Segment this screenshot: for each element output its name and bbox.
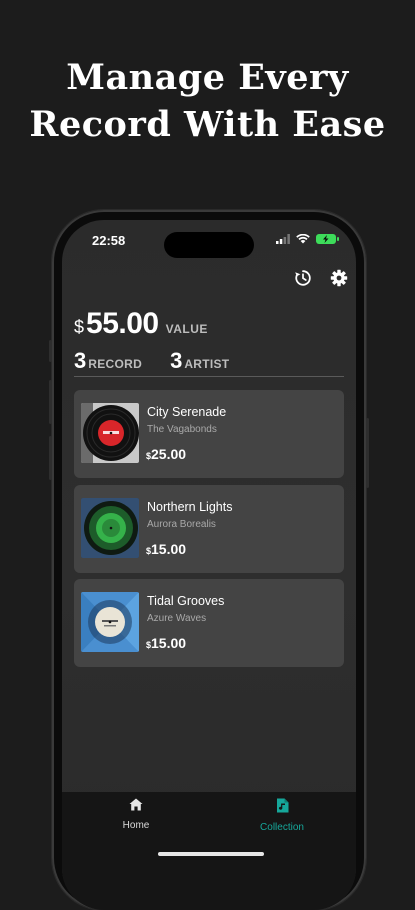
record-card[interactable]: Tidal Grooves Azure Waves $ 15.00 xyxy=(74,579,344,667)
record-artist: Azure Waves xyxy=(147,613,207,624)
record-cover-image xyxy=(81,498,139,558)
record-title: City Serenade xyxy=(147,405,227,419)
artist-count: 3 xyxy=(170,348,183,373)
headline-line-1: Manage Every xyxy=(66,57,349,98)
record-label: RECORD xyxy=(88,357,143,371)
value-label: VALUE xyxy=(165,322,208,336)
record-card[interactable]: City Serenade The Vagabonds $ 25.00 xyxy=(74,390,344,478)
record-card[interactable]: Northern Lights Aurora Borealis $ 15.00 xyxy=(74,485,344,573)
dynamic-island xyxy=(164,232,254,258)
record-artist: Aurora Borealis xyxy=(147,519,216,530)
tab-bar: Home Collection xyxy=(62,792,356,910)
price-value: 15.00 xyxy=(151,541,187,557)
artist-label: ARTIST xyxy=(184,357,230,371)
status-icons xyxy=(276,234,339,244)
side-button-right xyxy=(366,418,369,488)
app-screen: 22:58 $ 55.00 VALUE 3 RECORD 3 ARTIST Ci… xyxy=(62,220,356,910)
record-artist: The Vagabonds xyxy=(147,424,217,435)
record-cover-image xyxy=(81,592,139,652)
history-icon xyxy=(295,270,311,286)
settings-button[interactable] xyxy=(329,268,349,288)
music-file-icon xyxy=(276,798,288,813)
home-indicator xyxy=(158,852,264,856)
side-button-left-1 xyxy=(49,340,52,362)
record-cover-image xyxy=(81,403,139,463)
divider xyxy=(74,376,344,377)
side-button-left-3 xyxy=(49,436,52,480)
currency-symbol: $ xyxy=(74,317,85,337)
record-count: 3 xyxy=(74,348,87,373)
wifi-icon xyxy=(296,234,310,244)
headline-line-2: Record With Ease xyxy=(29,104,386,145)
record-price: $ 25.00 xyxy=(146,446,186,462)
tab-collection-label: Collection xyxy=(260,822,304,833)
gear-icon xyxy=(330,269,348,287)
price-value: 25.00 xyxy=(151,446,187,462)
record-price: $ 15.00 xyxy=(146,541,186,557)
collection-value: $ 55.00 VALUE xyxy=(74,307,208,341)
record-title: Tidal Grooves xyxy=(147,594,225,608)
home-icon xyxy=(129,798,143,811)
promo-headline: Manage Every Record With Ease xyxy=(0,54,415,148)
collection-counts: 3 RECORD 3 ARTIST xyxy=(74,348,229,374)
side-button-left-2 xyxy=(49,380,52,424)
tab-home-label: Home xyxy=(122,820,150,831)
battery-icon xyxy=(316,234,339,244)
history-button[interactable] xyxy=(293,268,313,288)
record-price: $ 15.00 xyxy=(146,635,186,651)
signal-icon xyxy=(276,234,290,244)
record-title: Northern Lights xyxy=(147,500,233,514)
tab-collection[interactable]: Collection xyxy=(222,798,342,833)
total-value: 55.00 xyxy=(86,307,159,340)
status-time: 22:58 xyxy=(92,233,126,248)
tab-home[interactable]: Home xyxy=(76,798,196,831)
price-value: 15.00 xyxy=(151,635,187,651)
